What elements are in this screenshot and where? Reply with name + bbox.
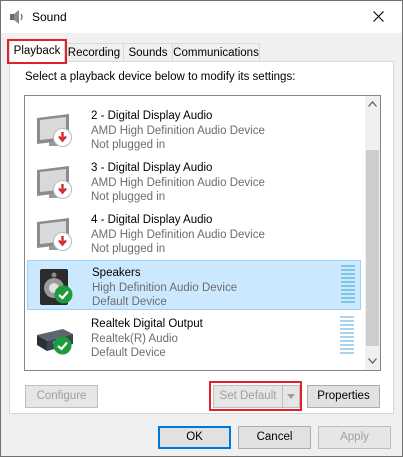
close-icon <box>373 11 384 22</box>
window-title: Sound <box>32 10 67 24</box>
device-status: Default Device <box>92 296 167 308</box>
title-bar[interactable]: Sound <box>1 1 402 33</box>
device-driver: AMD High Definition Audio Device <box>91 177 265 189</box>
device-list[interactable]: 2 - Digital Display Audio AMD High Defin… <box>24 95 381 371</box>
tab-sounds[interactable]: Sounds <box>123 43 173 62</box>
monitor-icon <box>33 95 75 99</box>
configure-button[interactable]: Configure <box>25 385 98 408</box>
scroll-up-button[interactable] <box>365 96 380 113</box>
tab-label: Communications <box>173 47 259 59</box>
instruction-text: Select a playback device below to modify… <box>25 71 296 83</box>
unplugged-icon <box>53 180 72 199</box>
device-name: 2 - Digital Display Audio <box>91 110 213 122</box>
chevron-down-icon <box>368 358 377 364</box>
volume-meter <box>341 265 355 305</box>
volume-meter <box>340 316 354 356</box>
tab-recording[interactable]: Recording <box>64 43 124 62</box>
default-check-icon <box>54 285 73 304</box>
sound-dialog: Sound Playback Recording Sounds Communic… <box>0 0 403 457</box>
properties-button[interactable]: Properties <box>307 385 380 408</box>
device-driver: High Definition Audio Device <box>92 282 238 294</box>
device-item-realtek-digital-output[interactable]: Realtek Digital Output Realtek(R) Audio … <box>27 312 361 362</box>
device-item-digital-display-2[interactable]: 2 - Digital Display Audio AMD High Defin… <box>27 104 361 154</box>
device-driver: AMD High Definition Audio Device <box>91 125 265 137</box>
button-label: Cancel <box>256 431 293 443</box>
button-label: Configure <box>36 390 87 402</box>
device-item-digital-display-4[interactable]: 4 - Digital Display Audio AMD High Defin… <box>27 208 361 258</box>
chevron-down-icon <box>287 394 295 399</box>
tab-label: Sounds <box>128 47 168 59</box>
cancel-button[interactable]: Cancel <box>238 426 311 449</box>
default-check-icon <box>53 336 72 355</box>
button-label: Set Default <box>219 390 277 402</box>
device-name: Realtek Digital Output <box>91 318 203 330</box>
set-default-button[interactable]: Set Default <box>213 385 300 408</box>
close-button[interactable] <box>356 1 402 33</box>
device-name: 4 - Digital Display Audio <box>91 214 213 226</box>
button-label: Apply <box>340 431 369 443</box>
device-status: Not plugged in <box>91 243 166 255</box>
tab-communications[interactable]: Communications <box>172 43 260 62</box>
scroll-down-button[interactable] <box>365 353 380 370</box>
ok-button[interactable]: OK <box>158 426 231 449</box>
apply-button[interactable]: Apply <box>318 426 391 449</box>
scroll-thumb[interactable] <box>366 150 379 346</box>
tab-playback[interactable]: Playback <box>9 40 65 63</box>
unplugged-icon <box>53 232 72 251</box>
device-status: Not plugged in <box>91 191 166 203</box>
device-list-scrollbar[interactable] <box>365 96 380 370</box>
device-name: Speakers <box>92 267 141 279</box>
list-item-partial <box>27 95 361 102</box>
device-status: Default Device <box>91 347 166 359</box>
unplugged-icon <box>53 128 72 147</box>
device-driver: Realtek(R) Audio <box>91 333 178 345</box>
button-label: OK <box>186 431 203 443</box>
device-item-speakers[interactable]: Speakers High Definition Audio Device De… <box>27 260 361 310</box>
speaker-icon <box>10 10 23 24</box>
chevron-up-icon <box>368 101 377 107</box>
device-name: 3 - Digital Display Audio <box>91 162 213 174</box>
button-label: Properties <box>317 390 370 402</box>
device-item-digital-display-3[interactable]: 3 - Digital Display Audio AMD High Defin… <box>27 156 361 206</box>
device-status: Not plugged in <box>91 139 166 151</box>
set-default-dropdown[interactable] <box>282 386 299 407</box>
device-driver: AMD High Definition Audio Device <box>91 229 265 241</box>
tab-label: Playback <box>13 45 61 57</box>
tab-label: Recording <box>67 47 121 59</box>
